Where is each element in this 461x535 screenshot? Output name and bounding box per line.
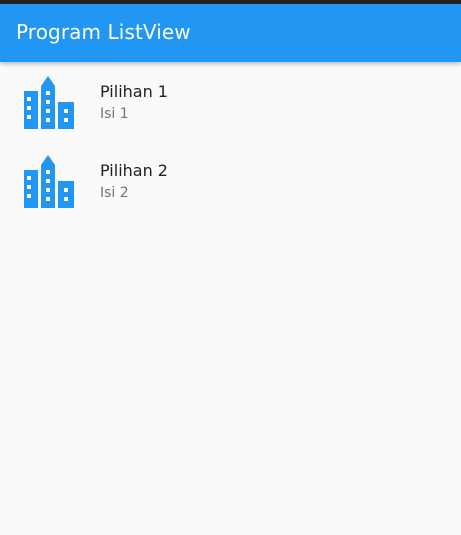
app-bar: Program ListView: [0, 0, 461, 62]
app-bar-title: Program ListView: [16, 20, 191, 44]
list-item-title: Pilihan 2: [100, 161, 168, 180]
location-city-icon: [24, 76, 74, 129]
list-item[interactable]: Pilihan 1 Isi 1: [0, 62, 461, 141]
list-item-subtitle: Isi 1: [100, 106, 129, 122]
list-item-subtitle: Isi 2: [100, 185, 129, 201]
location-city-icon: [24, 155, 74, 208]
list-item-title: Pilihan 1: [100, 82, 168, 101]
list-item[interactable]: Pilihan 2 Isi 2: [0, 141, 461, 220]
status-bar-shade: [0, 0, 461, 4]
list-view[interactable]: Pilihan 1 Isi 1 Pilihan 2 Isi 2: [0, 62, 461, 220]
